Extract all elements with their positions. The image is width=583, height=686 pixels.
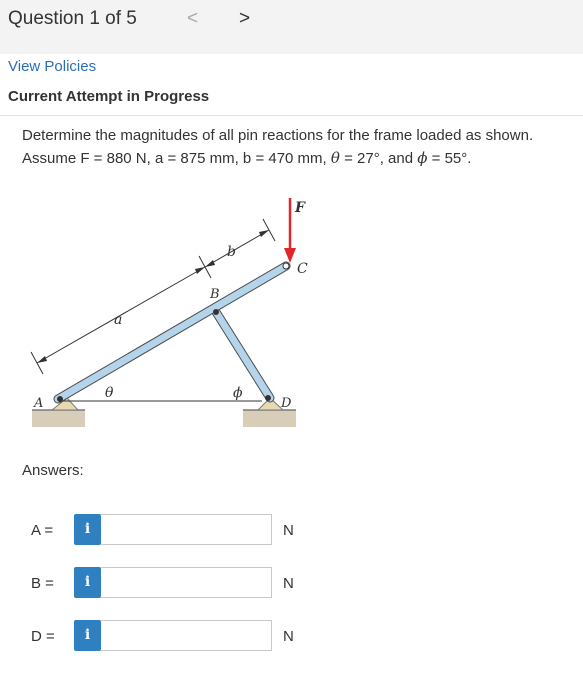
arrowhead-a-end: [195, 267, 205, 274]
label-phi: ϕ: [233, 385, 243, 401]
label-f: F: [294, 200, 306, 216]
answer-row-d: D = i N: [0, 620, 583, 654]
problem-line-2: Assume F = 880 N, a = 875 mm, b = 470 mm…: [22, 147, 572, 170]
member-bd: [212, 308, 274, 402]
dimension-line-b: [204, 229, 270, 268]
answer-input-a[interactable]: [101, 514, 272, 545]
answer-unit-a: N: [283, 522, 294, 539]
label-a-dimension: a: [114, 312, 122, 328]
support-base-a: [32, 410, 85, 427]
force-f-arrowhead: [284, 248, 296, 263]
pin-c: [282, 262, 290, 270]
arrowhead-a-start: [37, 356, 47, 363]
answer-label-a: A =: [31, 522, 54, 539]
arrowhead-b-start: [205, 260, 215, 267]
answer-label-d: D =: [31, 628, 55, 645]
answer-input-b[interactable]: [101, 567, 272, 598]
answer-label-b: B =: [31, 575, 54, 592]
label-theta: θ: [105, 385, 114, 401]
info-icon[interactable]: i: [74, 514, 101, 545]
info-icon[interactable]: i: [74, 567, 101, 598]
support-base-d: [243, 410, 296, 427]
answer-unit-d: N: [283, 628, 294, 645]
answers-heading: Answers:: [22, 462, 84, 479]
label-d: D: [280, 396, 292, 411]
attempt-status: Current Attempt in Progress: [8, 88, 210, 105]
question-header-bar: Question 1 of 5 < >: [0, 0, 583, 54]
theta-value: = 27°, and: [339, 150, 418, 167]
answer-input-d[interactable]: [101, 620, 272, 651]
answer-unit-b: N: [283, 575, 294, 592]
phi-value: = 55°.: [427, 150, 472, 167]
label-c: C: [297, 261, 308, 277]
view-policies-link[interactable]: View Policies: [8, 58, 96, 75]
next-question-chevron-icon[interactable]: >: [239, 8, 250, 30]
divider: [0, 115, 583, 116]
phi-symbol: ϕ: [417, 149, 428, 167]
answer-row-a: A = i N: [0, 514, 583, 548]
pin-a: [57, 396, 63, 402]
problem-line-1: Determine the magnitudes of all pin reac…: [22, 127, 534, 144]
info-icon[interactable]: i: [74, 620, 101, 651]
pin-d: [265, 395, 271, 401]
problem-givens: Assume F = 880 N, a = 875 mm, b = 470 mm…: [22, 150, 331, 167]
arrowhead-b-end: [259, 230, 269, 237]
label-a-pin: A: [33, 396, 43, 411]
previous-question-chevron-icon[interactable]: <: [187, 8, 198, 30]
theta-symbol: θ: [330, 149, 340, 167]
frame-diagram: F C b B a A θ ϕ D: [30, 198, 308, 427]
problem-statement: Determine the magnitudes of all pin reac…: [22, 125, 572, 170]
pin-b: [213, 309, 219, 315]
label-b-pin: B: [209, 287, 220, 302]
answer-row-b: B = i N: [0, 567, 583, 601]
question-title: Question 1 of 5: [8, 8, 137, 29]
label-b-dimension: b: [227, 244, 236, 260]
